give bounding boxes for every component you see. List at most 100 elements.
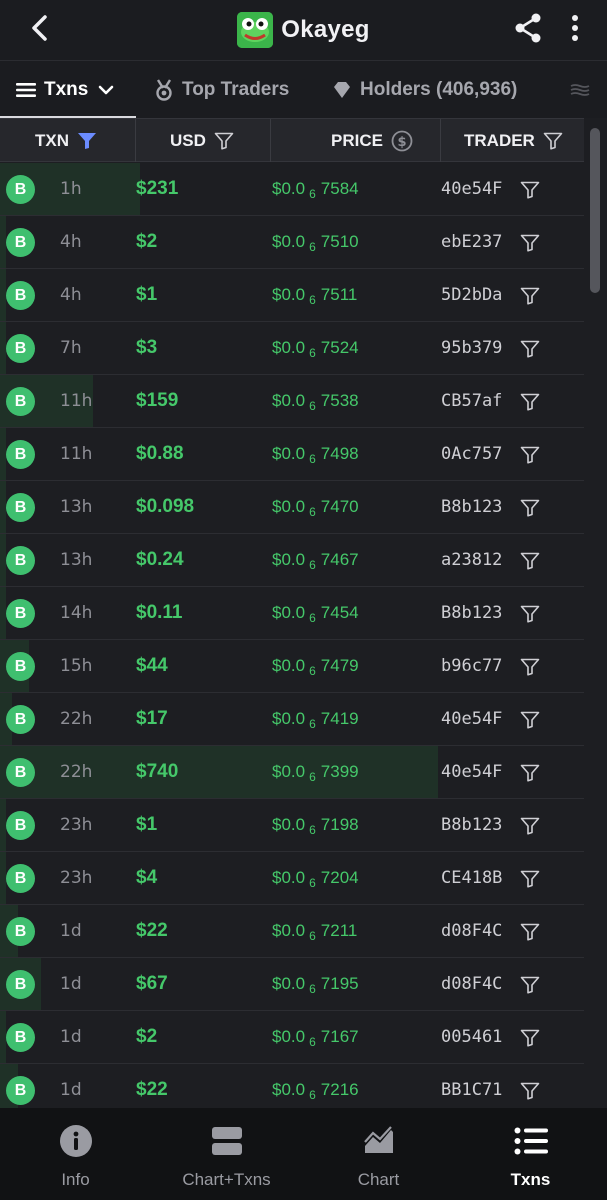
table-row[interactable]: B 23h $4 $0.0 6 7204 CE418B [0,852,584,905]
back-button[interactable] [22,10,58,46]
trader-filter-button[interactable] [519,656,541,678]
table-row[interactable]: B 23h $1 $0.0 6 7198 B8b123 [0,799,584,852]
filter-icon[interactable] [214,132,234,150]
table-row[interactable]: B 1h $231 $0.0 6 7584 40e54F [0,163,584,216]
table-row[interactable]: B 13h $0.24 $0.0 6 7467 a23812 [0,534,584,587]
trader-filter-button[interactable] [519,497,541,519]
tab-more[interactable] [570,61,598,119]
trader-address[interactable]: 5D2bDa [441,269,502,321]
filter-icon[interactable] [543,132,563,150]
table-row[interactable]: B 1d $22 $0.0 6 7211 d08F4C [0,905,584,958]
trader-filter-button[interactable] [519,285,541,307]
trader-address[interactable]: ebE237 [441,216,502,268]
trader-filter-button[interactable] [519,1027,541,1049]
txn-usd: $231 [136,178,179,199]
share-button[interactable] [510,10,546,46]
column-usd[interactable]: USD [170,119,234,162]
trader-address[interactable]: d08F4C [441,958,502,1010]
nav-chart[interactable]: Chart [303,1108,454,1200]
tab-top-traders[interactable]: Top Traders [154,61,289,119]
table-row[interactable]: B 7h $3 $0.0 6 7524 95b379 [0,322,584,375]
trader-filter-button[interactable] [519,444,541,466]
txn-age: 13h [60,550,93,570]
table-row[interactable]: B 22h $17 $0.0 6 7419 40e54F [0,693,584,746]
trader-address[interactable]: 40e54F [441,163,502,215]
trader-address[interactable]: a23812 [441,534,502,586]
trader-filter-button[interactable] [519,921,541,943]
trader-address[interactable]: B8b123 [441,587,502,639]
table-row[interactable]: B 1d $22 $0.0 6 7216 BB1C71 [0,1064,584,1108]
txn-age: 15h [60,656,93,676]
trader-address[interactable]: B8b123 [441,799,502,851]
table-row[interactable]: B 4h $2 $0.0 6 7510 ebE237 [0,216,584,269]
trader-filter-button[interactable] [519,550,541,572]
trader-address[interactable]: CB57af [441,375,502,427]
nav-chart-txns[interactable]: Chart+Txns [151,1108,302,1200]
table-row[interactable]: B 1d $67 $0.0 6 7195 d08F4C [0,958,584,1011]
buy-badge: B [6,281,35,310]
trader-address[interactable]: d08F4C [441,905,502,957]
column-divider [440,119,441,162]
trader-address[interactable]: 005461 [441,1011,502,1063]
trader-filter-button[interactable] [519,868,541,890]
trader-filter-button[interactable] [519,338,541,360]
trader-address[interactable]: BB1C71 [441,1064,502,1108]
scrollbar-thumb[interactable] [590,128,600,293]
nav-txns[interactable]: Txns [455,1108,606,1200]
trader-filter-button[interactable] [519,603,541,625]
tab-holders[interactable]: Holders (406,936) [332,61,517,119]
transactions-list[interactable]: B 1h $231 $0.0 6 7584 40e54F B 4h $2 $0.0 6… [0,163,584,1108]
filter-icon [520,658,540,676]
txn-usd: $0.098 [136,496,195,517]
trader-filter-button[interactable] [519,391,541,413]
buy-badge-label: B [14,1081,27,1099]
more-options-button[interactable] [560,10,590,46]
trader-filter-button[interactable] [519,232,541,254]
txn-usd: $0.24 [136,549,184,570]
table-row[interactable]: B 11h $159 $0.0 6 7538 CB57af [0,375,584,428]
buy-badge: B [6,970,35,999]
column-price[interactable]: PRICE $ [331,119,413,162]
trader-address[interactable]: 40e54F [441,746,502,798]
table-row[interactable]: B 11h $0.88 $0.0 6 7498 0Ac757 [0,428,584,481]
trader-filter-button[interactable] [519,815,541,837]
column-trader[interactable]: TRADER [464,119,563,162]
table-row[interactable]: B 22h $740 $0.0 6 7399 40e54F [0,746,584,799]
filter-icon [520,817,540,835]
trader-address[interactable]: CE418B [441,852,502,904]
trader-address[interactable]: 40e54F [441,693,502,745]
trader-filter-button[interactable] [519,762,541,784]
trader-address[interactable]: b96c77 [441,640,502,692]
table-row[interactable]: B 4h $1 $0.0 6 7511 5D2bDa [0,269,584,322]
column-txn[interactable]: TXN [35,119,97,162]
trader-address[interactable]: 95b379 [441,322,502,374]
trader-address[interactable]: 0Ac757 [441,428,502,480]
price-prefix: $0.0 [272,338,306,357]
table-row[interactable]: B 1d $2 $0.0 6 7167 005461 [0,1011,584,1064]
buy-badge-label: B [14,975,27,993]
trader-filter-button[interactable] [519,709,541,731]
txn-price: $0.0 6 7167 [272,1011,359,1063]
trader-filter-button[interactable] [519,179,541,201]
table-row[interactable]: B 15h $44 $0.0 6 7479 b96c77 [0,640,584,693]
nav-info[interactable]: Info [0,1108,151,1200]
buy-badge-label: B [14,816,27,834]
trader-filter-button[interactable] [519,1080,541,1102]
table-row[interactable]: B 13h $0.098 $0.0 6 7470 B8b123 [0,481,584,534]
txn-age: 14h [60,603,93,623]
price-digits: 7211 [320,921,358,940]
txn-usd: $22 [136,920,168,941]
buy-badge: B [6,758,35,787]
filter-icon [520,499,540,517]
tab-txns[interactable]: Txns [16,61,114,119]
txn-age: 7h [60,338,82,358]
txn-usd: $3 [136,337,158,358]
trader-filter-button[interactable] [519,974,541,996]
price-zero-count: 6 [309,823,316,837]
filter-active-icon[interactable] [77,132,97,150]
table-row[interactable]: B 14h $0.11 $0.0 6 7454 B8b123 [0,587,584,640]
price-prefix: $0.0 [272,497,306,516]
trader-address[interactable]: B8b123 [441,481,502,533]
txn-usd: $67 [136,973,168,994]
currency-toggle-icon[interactable]: $ [391,130,413,152]
